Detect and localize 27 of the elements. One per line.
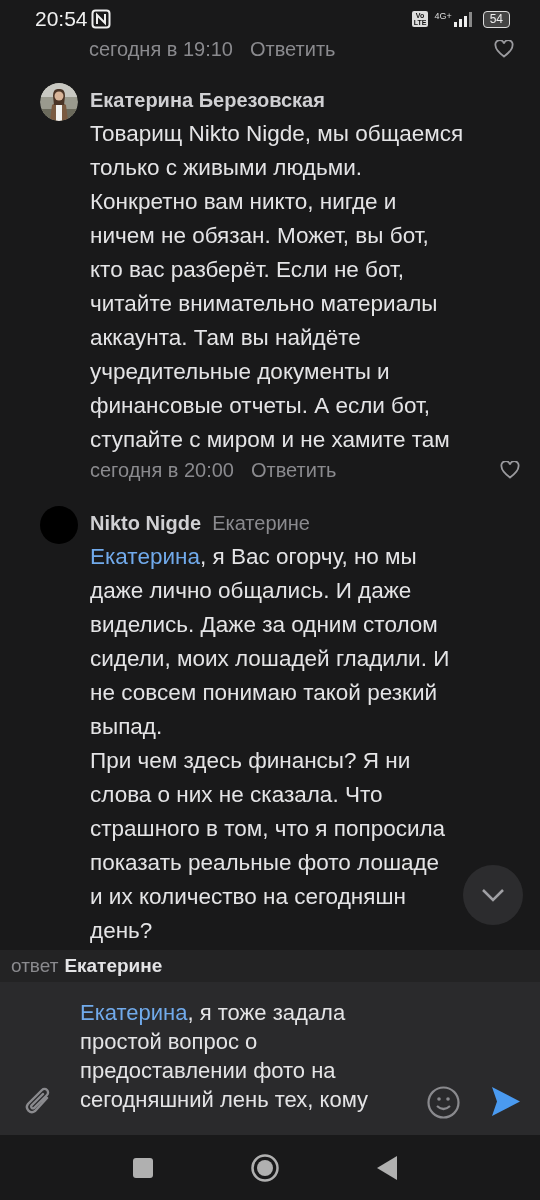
- emoji-icon[interactable]: [427, 1086, 460, 1119]
- reply-label: ответ: [11, 955, 59, 977]
- clock: 20:54: [35, 7, 88, 31]
- comment-date: сегодня в 20:00: [90, 458, 234, 482]
- send-icon[interactable]: [492, 1087, 520, 1116]
- heart-icon[interactable]: [494, 40, 514, 58]
- reply-to-name: Екатерине: [212, 511, 310, 535]
- battery-level: 54: [482, 10, 510, 28]
- comment-text: Екатерина, я Вас огорчу, но мы даже лично общались. И даже виделись. Даже за одним столом сидели, моих лошадей гладили. И не совсем понимаю такой резкий выпад. При чем здесь финансы? Я ни слова о них не сказала. Что страшного в том, что я попросила показать реальные фото лошаде и их количество на сегодняшн день?: [90, 543, 450, 945]
- mention-link[interactable]: Екатерина: [80, 1000, 188, 1025]
- signal-icon: [452, 11, 475, 27]
- comment-date: сегодня в 19:10: [89, 38, 233, 61]
- avatar: [40, 506, 78, 544]
- recent-apps-button[interactable]: [133, 1157, 153, 1178]
- network-label: 4G+: [434, 11, 452, 21]
- heart-icon[interactable]: [500, 461, 520, 479]
- reply-link[interactable]: Ответить: [250, 38, 336, 61]
- author-name[interactable]: Екатерина Березовская: [90, 88, 325, 112]
- home-button[interactable]: [251, 1153, 279, 1182]
- author-name[interactable]: Nikto Nigde: [90, 511, 202, 535]
- back-button[interactable]: [377, 1155, 397, 1180]
- nfc-icon: [90, 9, 111, 29]
- reply-link[interactable]: Ответить: [251, 458, 337, 482]
- comment-text: Товарищ Nikto Nigde, мы общаемся только с живыми людьми. Конкретно вам никто, нигде и ничем не обязан. Может, вы бот, кто вас разберёт. Если не бот, читайте внимательно материалы аккаунта. Там вы найдёте учредительные документы и финансовые отчеты. А если бот, ступайте с миром и не хамите там: [90, 120, 464, 454]
- chevron-down-icon: [481, 888, 505, 902]
- reply-recipient: Екатерине: [64, 955, 163, 977]
- mention-link[interactable]: Екатерина: [90, 544, 200, 569]
